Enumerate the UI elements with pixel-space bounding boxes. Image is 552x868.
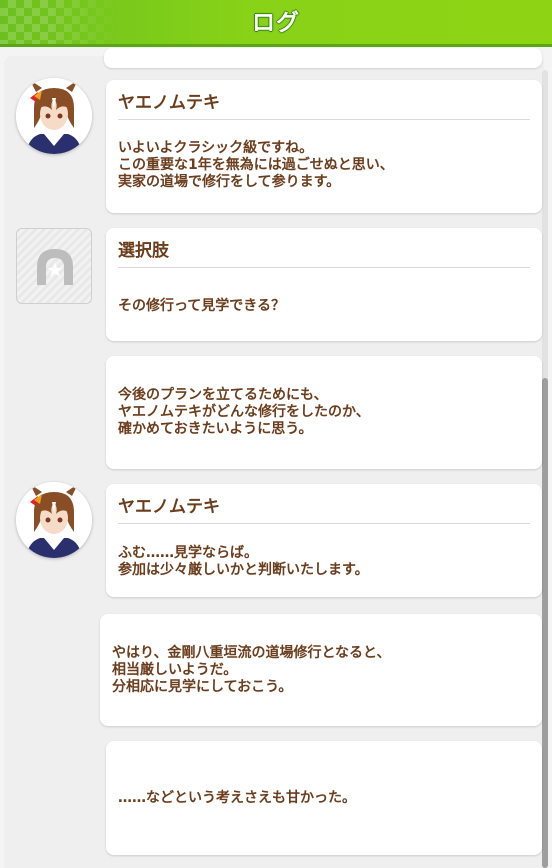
choice-icon — [16, 228, 92, 304]
log-entry-narration: 今後のプランを立てるためにも、 ヤエノムテキがどんな修行をしたのか、 確かめてお… — [106, 356, 542, 469]
log-entry-narration: やはり、金剛八重垣流の道場修行となると、 相当厳しいようだ。 分相応に見学にして… — [100, 614, 542, 726]
speaker-name: ヤエノムテキ — [118, 497, 220, 517]
narration-text: 今後のプランを立てるためにも、 ヤエノムテキがどんな修行をしたのか、 確かめてお… — [118, 387, 370, 437]
speaker-name: 選択肢 — [118, 241, 169, 261]
log-entry-narration: ……などという考えさえも甘かった。 — [106, 741, 542, 855]
yaeno-muteki-avatar — [16, 78, 92, 154]
log-entry: ヤエノムテキ ふむ……見学ならば。 参加は少々厳しいかと判断いたします。 — [106, 484, 542, 597]
header-bar: ログ — [0, 0, 552, 47]
character-portrait-icon — [16, 78, 92, 154]
divider — [118, 523, 530, 524]
narration-text: やはり、金剛八重垣流の道場修行となると、 相当厳しいようだ。 分相応に見学にして… — [112, 645, 391, 695]
log-entry-previous — [104, 48, 542, 68]
page-title: ログ — [252, 10, 300, 36]
divider — [118, 119, 530, 120]
narration-text: ……などという考えさえも甘かった。 — [118, 790, 356, 806]
log-entry: ヤエノムテキ いよいよクラシック級ですね。 この重要な1年を無為には過ごせぬと思… — [106, 80, 542, 213]
yaeno-muteki-avatar — [16, 482, 92, 558]
speaker-name: ヤエノムテキ — [118, 93, 220, 113]
dialogue-text: いよいよクラシック級ですね。 この重要な1年を無為には過ごせぬと思い、 実家の道… — [118, 140, 394, 190]
horseshoe-icon — [17, 229, 91, 303]
scrollbar-thumb[interactable] — [542, 378, 548, 868]
dialogue-text: その修行って見学できる？ — [118, 298, 286, 314]
divider — [118, 267, 530, 268]
log-entry-choice: 選択肢 その修行って見学できる？ — [106, 228, 542, 341]
dialogue-text: ふむ……見学ならば。 参加は少々厳しいかと判断いたします。 — [118, 545, 369, 578]
character-portrait-icon — [16, 482, 92, 558]
